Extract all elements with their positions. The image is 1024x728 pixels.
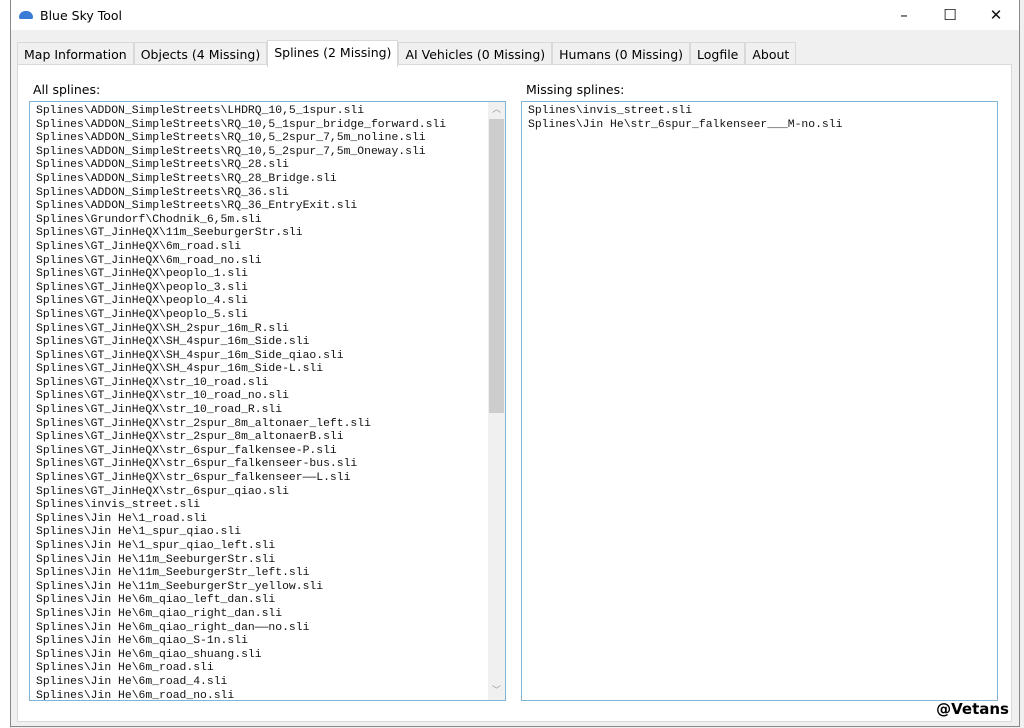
maximize-button[interactable]: ☐ — [927, 0, 973, 30]
spline-line: Splines\Jin He\1_spur_qiao.sli — [36, 526, 242, 539]
spline-line: Splines\GT_JinHeQX\str_6spur_falkenseer—… — [36, 472, 351, 485]
spline-line: Splines\ADDON_SimpleStreets\RQ_36.sli — [36, 186, 289, 199]
spline-line: Splines\invis_street.sli — [528, 105, 693, 117]
spline-line: Splines\Jin He\1_spur_qiao_left.sli — [36, 540, 276, 552]
title-bar: Blue Sky Tool – ☐ ✕ — [11, 0, 1019, 30]
spline-line: Splines\Grundorf\Chodnik_6,5m.sli — [36, 213, 262, 226]
spline-line: Splines\GT_JinHeQX\str_10_road_no.sli — [36, 390, 289, 403]
spline-line: Splines\ADDON_SimpleStreets\RQ_10,5_2spu… — [36, 132, 426, 145]
missing-splines-list: Splines\invis_street.sli Splines\Jin He\s… — [522, 102, 997, 132]
tab-map-information[interactable]: Map Information — [17, 42, 134, 66]
all-splines-list: Splines\ADDON_SimpleStreets\LHDRQ_10,5_1… — [30, 102, 505, 701]
spline-line: Splines\GT_JinHeQX\SH_2spur_16m_R.sli — [36, 322, 289, 335]
missing-splines-label: Missing splines: — [526, 82, 625, 97]
spline-line: Splines\Jin He\11m_SeeburgerStr.sli — [36, 553, 276, 566]
splines-panel: All splines: Missing splines: Splines\AD… — [17, 64, 1012, 722]
tab-objects[interactable]: Objects (4 Missing) — [133, 42, 268, 66]
spline-line: Splines\GT_JinHeQX\peoplo_1.sli — [36, 268, 248, 281]
spline-line: Splines\ADDON_SimpleStreets\RQ_36_EntryE… — [36, 200, 358, 213]
tab-ai-vehicles[interactable]: AI Vehicles (0 Missing) — [398, 42, 553, 66]
scrollbar-thumb[interactable] — [489, 119, 504, 413]
spline-line: Splines\GT_JinHeQX\str_6spur_qiao.sli — [36, 485, 289, 498]
spline-line: Splines\Jin He\6m_road_4.sli — [36, 675, 228, 688]
tab-splines[interactable]: Splines (2 Missing) — [267, 40, 399, 67]
scrollbar[interactable]: ︿ ﹀ — [488, 102, 505, 700]
spline-line: Splines\Jin He\6m_qiao_left_dan.sli — [36, 594, 276, 607]
spline-line: Splines\Jin He\6m_road.sli — [36, 662, 214, 675]
spline-line: Splines\GT_JinHeQX\str_6spur_falkensee-P… — [36, 444, 337, 457]
spline-line: Splines\GT_JinHeQX\str_6spur_falkenseer-… — [36, 458, 358, 471]
spline-line: Splines\GT_JinHeQX\6m_road_no.sli — [36, 254, 262, 267]
scroll-up-icon[interactable]: ︿ — [488, 102, 505, 119]
spline-line: Splines\Jin He\11m_SeeburgerStr_left.sli — [36, 567, 310, 580]
spline-line: Splines\Jin He\1_road.sli — [36, 512, 207, 525]
spline-line: Splines\GT_JinHeQX\str_2spur_8m_altonaer… — [36, 431, 344, 444]
spline-line: Splines\Jin He\6m_qiao_S-1n.sli — [36, 635, 248, 648]
tab-logfile[interactable]: Logfile — [690, 42, 746, 66]
tab-about[interactable]: About — [745, 42, 797, 66]
spline-line: Splines\ADDON_SimpleStreets\RQ_28_Bridge… — [36, 172, 337, 185]
cloud-icon — [19, 11, 33, 19]
tab-humans[interactable]: Humans (0 Missing) — [552, 42, 690, 66]
all-splines-label: All splines: — [33, 82, 101, 97]
spline-line: Splines\Jin He\6m_road_no.sli — [36, 689, 235, 701]
watermark: @Vetans — [936, 700, 1009, 718]
minimize-button[interactable]: – — [881, 0, 927, 30]
spline-line: Splines\ADDON_SimpleStreets\RQ_28.sli — [36, 159, 289, 172]
spline-line: Splines\Jin He\6m_qiao_right_dan.sli — [36, 607, 283, 620]
spline-line: Splines\GT_JinHeQX\SH_4spur_16m_Side-L.s… — [36, 363, 324, 376]
spline-line: Splines\Jin He\6m_qiao_right_dan——no.sli — [36, 621, 310, 634]
spline-line: Splines\GT_JinHeQX\peoplo_5.sli — [36, 308, 248, 321]
spline-line: Splines\GT_JinHeQX\SH_4spur_16m_Side.sli — [36, 336, 310, 349]
scroll-down-icon[interactable]: ﹀ — [488, 683, 505, 700]
missing-splines-textbox[interactable]: Splines\invis_street.sli Splines\Jin He\s… — [521, 101, 998, 701]
tab-bar: Map Information Objects (4 Missing) Spli… — [17, 40, 797, 67]
spline-line: Splines\GT_JinHeQX\SH_4spur_16m_Side_qia… — [36, 349, 344, 362]
spline-line: Splines\GT_JinHeQX\str_10_road_R.sli — [36, 404, 283, 417]
spline-line: Splines\ADDON_SimpleStreets\LHDRQ_10,5_1… — [36, 105, 365, 117]
spline-line: Splines\Jin He\6m_qiao_shuang.sli — [36, 648, 262, 661]
spline-line: Splines\Jin He\11m_SeeburgerStr_yellow.s… — [36, 580, 324, 593]
spline-line: Splines\Jin He\str_6spur_falkenseer___M-… — [528, 118, 843, 131]
close-button[interactable]: ✕ — [973, 0, 1019, 30]
spline-line: Splines\GT_JinHeQX\6m_road.sli — [36, 240, 242, 253]
spline-line: Splines\GT_JinHeQX\peoplo_3.sli — [36, 281, 248, 294]
all-splines-textbox[interactable]: Splines\ADDON_SimpleStreets\LHDRQ_10,5_1… — [29, 101, 506, 701]
app-window: Blue Sky Tool – ☐ ✕ Map Information Obje… — [10, 0, 1020, 727]
spline-line: Splines\GT_JinHeQX\11m_SeeburgerStr.sli — [36, 227, 303, 240]
spline-line: Splines\GT_JinHeQX\str_2spur_8m_altonaer… — [36, 417, 371, 430]
spline-line: Splines\GT_JinHeQX\str_10_road.sli — [36, 376, 269, 389]
spline-line: Splines\GT_JinHeQX\peoplo_4.sli — [36, 295, 248, 308]
spline-line: Splines\invis_street.sli — [36, 499, 201, 512]
spline-line: Splines\ADDON_SimpleStreets\RQ_10,5_2spu… — [36, 145, 426, 158]
window-title: Blue Sky Tool — [40, 7, 123, 23]
spline-line: Splines\ADDON_SimpleStreets\RQ_10,5_1spu… — [36, 118, 447, 131]
